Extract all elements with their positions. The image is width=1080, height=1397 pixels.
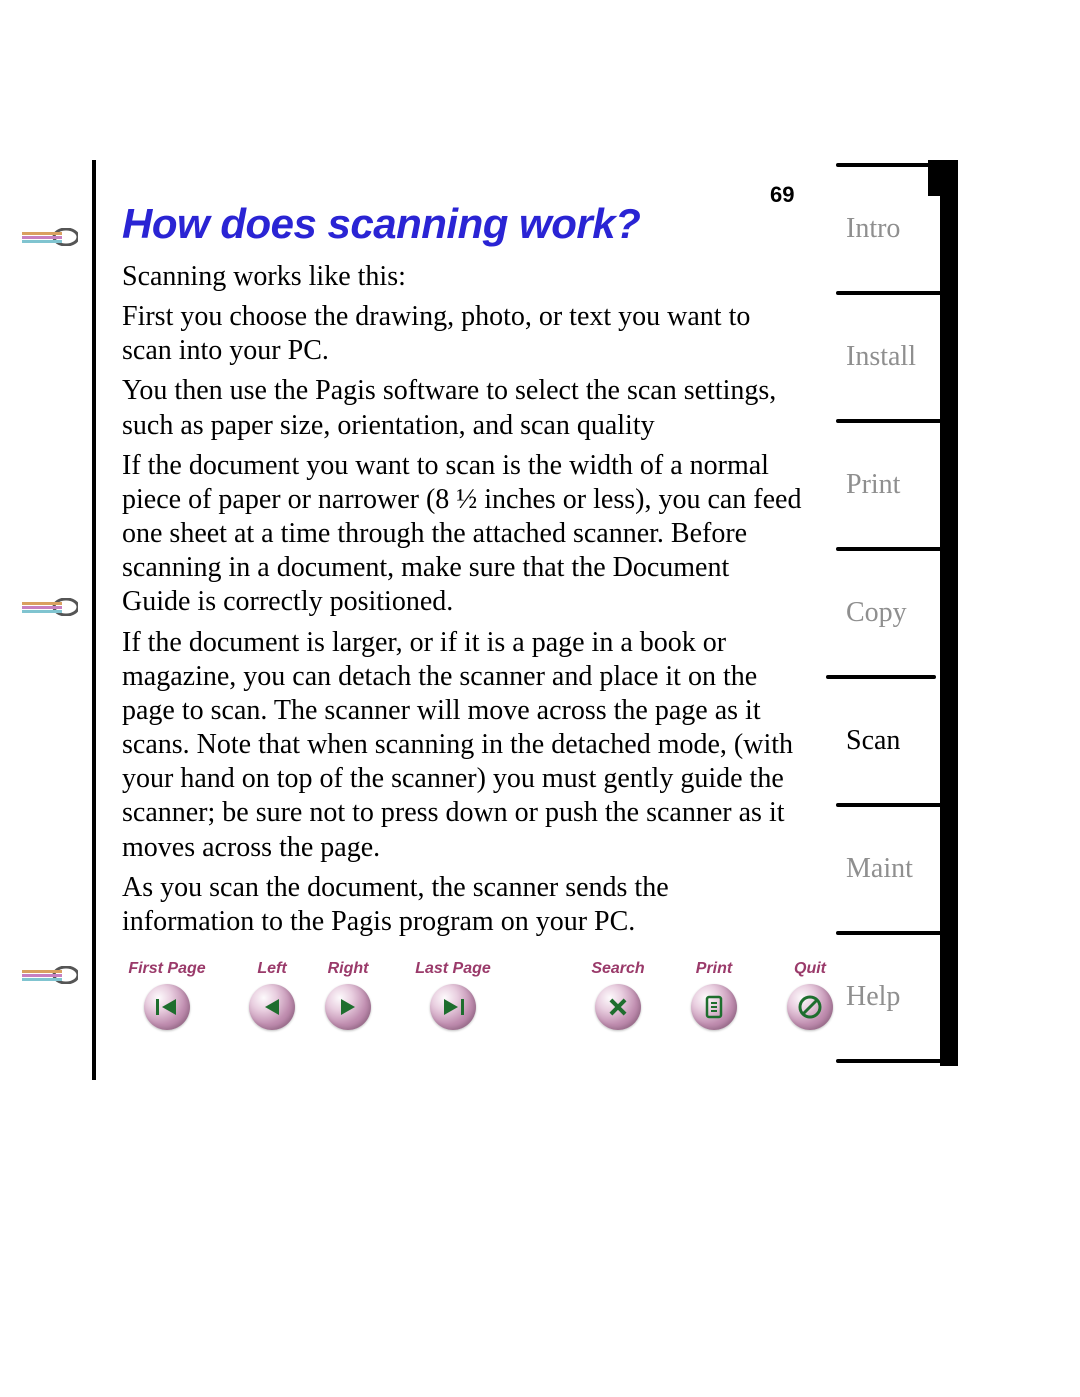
quit-icon — [797, 994, 823, 1020]
last-page-icon — [440, 997, 466, 1017]
print-button[interactable] — [691, 984, 737, 1030]
search-button[interactable] — [595, 984, 641, 1030]
tab-label: Scan — [846, 725, 900, 757]
binder-ring-icon — [22, 598, 78, 616]
nav-item-print: Print — [678, 960, 750, 1030]
binder-ring-icon — [22, 966, 78, 984]
nav-label: Quit — [794, 960, 826, 978]
nav-label: Right — [328, 960, 369, 978]
tab-label: Intro — [846, 213, 900, 245]
tab-label: Print — [846, 469, 900, 501]
tab-intro[interactable]: Intro — [840, 165, 940, 293]
body-text: Scanning works like this: First you choo… — [122, 260, 802, 945]
right-button[interactable] — [325, 984, 371, 1030]
nav-item-quit: Quit — [774, 960, 846, 1030]
section-tabs: Intro Install Print Copy Scan Maint Help — [840, 165, 940, 1061]
quit-button[interactable] — [787, 984, 833, 1030]
binder-ring-icon — [22, 228, 78, 246]
nav-label: First Page — [128, 960, 205, 978]
nav-item-first-page: First Page — [122, 960, 212, 1030]
tab-label: Maint — [846, 853, 913, 885]
tab-print[interactable]: Print — [840, 421, 940, 549]
page-title: How does scanning work? — [122, 200, 640, 248]
manual-page: 69 How does scanning work? Scanning work… — [0, 0, 1080, 1397]
left-button[interactable] — [249, 984, 295, 1030]
print-icon — [703, 995, 725, 1019]
paragraph: You then use the Pagis software to selec… — [122, 374, 802, 442]
tab-label: Help — [846, 981, 900, 1013]
paragraph: Scanning works like this: — [122, 260, 802, 294]
nav-group-mid: Right Last Page — [312, 960, 498, 1030]
binder-rule — [92, 160, 96, 1080]
paragraph: If the document you want to scan is the … — [122, 449, 802, 620]
tab-maint[interactable]: Maint — [840, 805, 940, 933]
nav-item-right: Right — [312, 960, 384, 1030]
nav-group-right: Search Print — [582, 960, 846, 1030]
nav-label: Left — [257, 960, 286, 978]
nav-item-search: Search — [582, 960, 654, 1030]
tab-help[interactable]: Help — [840, 933, 940, 1061]
page-number: 69 — [770, 182, 794, 208]
nav-label: Print — [696, 960, 732, 978]
tab-scan[interactable]: Scan — [830, 677, 940, 805]
right-spine — [940, 196, 958, 1066]
nav-item-last-page: Last Page — [408, 960, 498, 1030]
tab-copy[interactable]: Copy — [840, 549, 940, 677]
tab-label: Install — [846, 341, 916, 373]
nav-label: Search — [591, 960, 644, 978]
paragraph: As you scan the document, the scanner se… — [122, 871, 802, 939]
paragraph: First you choose the drawing, photo, or … — [122, 300, 802, 368]
arrow-right-icon — [337, 997, 359, 1017]
last-page-button[interactable] — [430, 984, 476, 1030]
nav-item-left: Left — [236, 960, 308, 1030]
tab-label: Copy — [846, 597, 907, 629]
nav-group-left: First Page Left — [122, 960, 308, 1030]
first-page-icon — [154, 997, 180, 1017]
tab-install[interactable]: Install — [840, 293, 940, 421]
paragraph: If the document is larger, or if it is a… — [122, 626, 802, 865]
nav-label: Last Page — [415, 960, 491, 978]
first-page-button[interactable] — [144, 984, 190, 1030]
arrow-left-icon — [261, 997, 283, 1017]
search-icon — [605, 994, 631, 1020]
